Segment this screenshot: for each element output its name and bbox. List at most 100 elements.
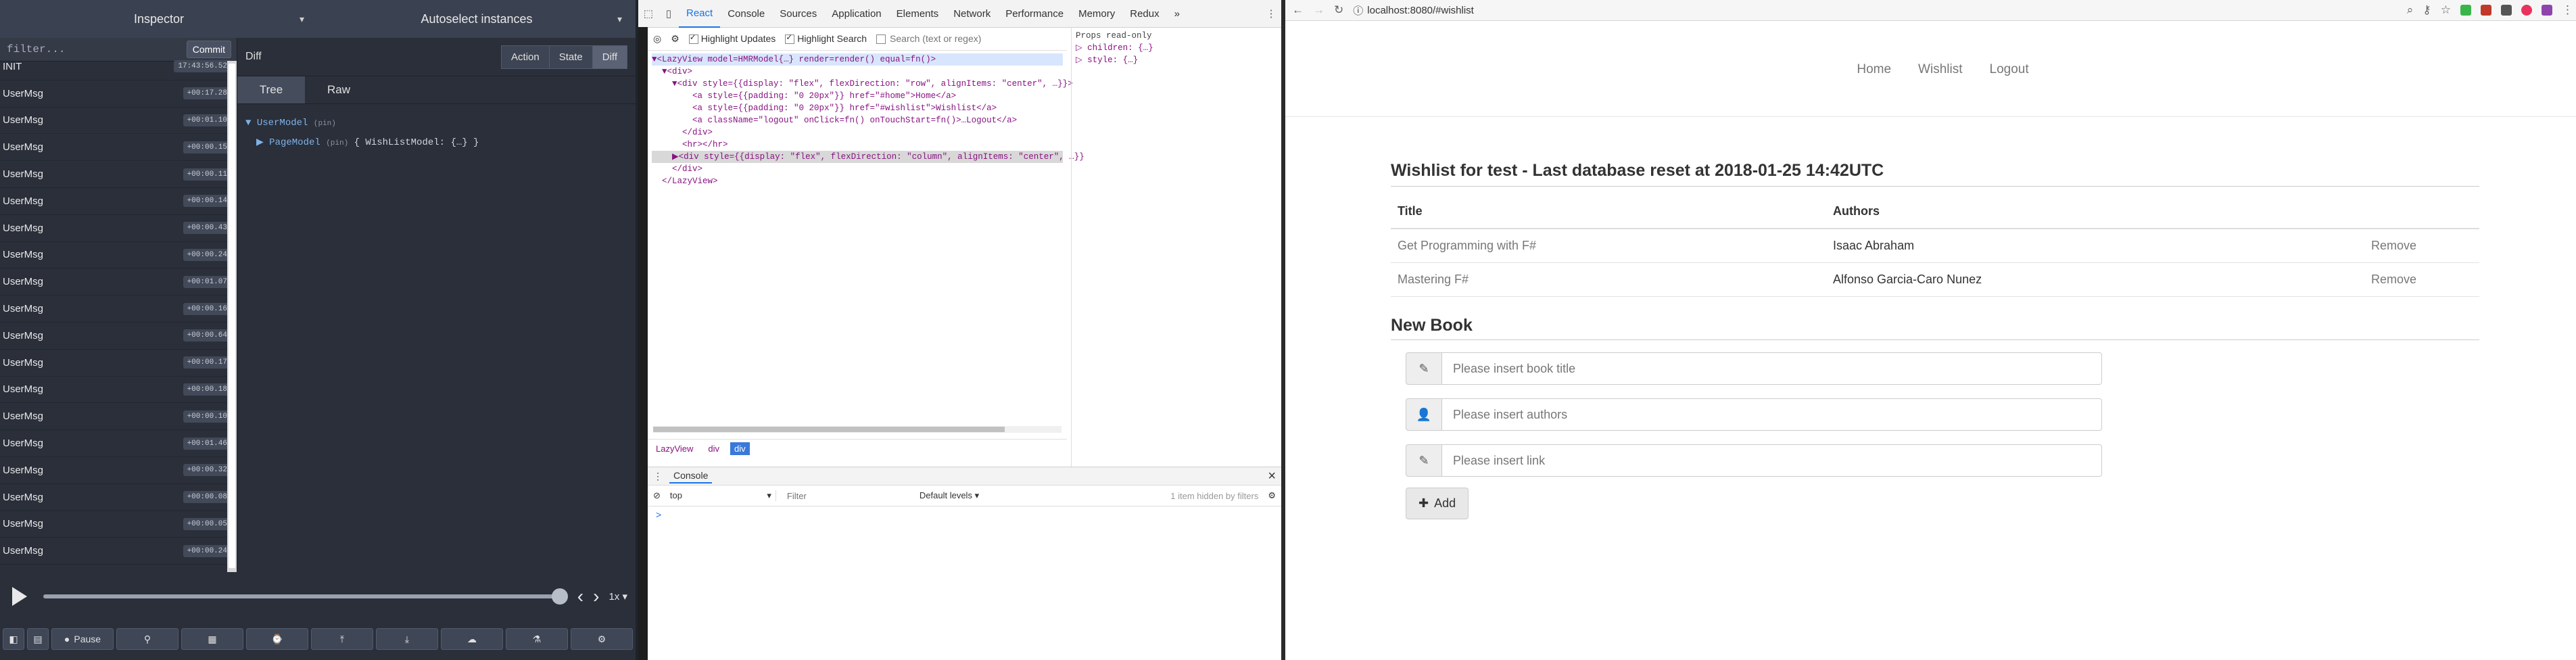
test-icon[interactable]: ⚗	[506, 628, 568, 650]
dispatcher-icon[interactable]: ⌚	[246, 628, 308, 650]
book-authors-input[interactable]	[1442, 398, 2102, 431]
extension-icon[interactable]	[2501, 5, 2512, 16]
book-title-input[interactable]	[1442, 352, 2102, 385]
breadcrumb-item[interactable]: div	[704, 442, 723, 455]
console-settings-icon[interactable]: ⚙	[1268, 490, 1276, 501]
menu-icon[interactable]: ⋮	[2562, 3, 2573, 17]
action-list-item[interactable]: UserMsg +00:00.43	[0, 215, 237, 242]
tree-node-child[interactable]: ▶ PageModel (pin) { WishListModel: {…} }	[245, 133, 627, 153]
action-list-item[interactable]: UserMsg +00:00.17	[0, 350, 237, 377]
timeline-slider[interactable]	[43, 588, 568, 605]
nav-wishlist-link[interactable]: Wishlist	[1918, 62, 1962, 82]
extension-icon[interactable]	[2460, 5, 2471, 16]
component-tree-node[interactable]: </LazyView>	[652, 175, 1063, 187]
nav-logout-link[interactable]: Logout	[1990, 62, 2029, 82]
address-bar[interactable]: ⓘ localhost:8080/#wishlist	[1353, 3, 2398, 18]
tab-state[interactable]: State	[548, 45, 593, 69]
highlight-search-toggle[interactable]: Highlight Search	[785, 32, 867, 45]
action-list-item[interactable]: UserMsg +00:00.05	[0, 511, 237, 538]
pin-label[interactable]: (pin)	[314, 120, 336, 128]
redux-extension-icon[interactable]	[2542, 5, 2552, 16]
action-list-item[interactable]: UserMsg +00:00.11	[0, 161, 237, 188]
action-list-scrollbar[interactable]	[227, 61, 237, 572]
nav-home-link[interactable]: Home	[1857, 62, 1891, 82]
slider-knob[interactable]	[551, 588, 568, 605]
key-icon[interactable]: ⚷	[2423, 3, 2431, 17]
tab-sources[interactable]: Sources	[772, 0, 824, 27]
context-select[interactable]: top ▾	[670, 490, 776, 501]
settings-icon[interactable]: ⚙	[671, 33, 679, 45]
play-icon[interactable]	[12, 587, 27, 606]
tab-console-drawer[interactable]: Console	[669, 469, 713, 484]
component-search-input[interactable]	[888, 32, 1027, 45]
forward-icon[interactable]: →	[1313, 3, 1325, 17]
tab-memory[interactable]: Memory	[1071, 0, 1122, 27]
remove-button[interactable]: Remove	[2364, 262, 2479, 297]
log-levels-select[interactable]: Default levels ▾	[920, 490, 979, 501]
tab-console[interactable]: Console	[720, 0, 772, 27]
action-list-item[interactable]: UserMsg +00:01.07	[0, 268, 237, 296]
persist-icon[interactable]: ▦	[181, 628, 243, 650]
action-list-item[interactable]: UserMsg +00:00.10	[0, 403, 237, 431]
device-toggle-icon[interactable]: ▯	[659, 7, 679, 20]
regex-toggle[interactable]	[876, 32, 1027, 45]
component-tree-node[interactable]: </div>	[652, 163, 1063, 175]
reload-icon[interactable]: ↻	[1334, 3, 1343, 17]
book-link-input[interactable]	[1442, 444, 2102, 477]
action-list-item[interactable]: UserMsg +00:01.46	[0, 430, 237, 457]
tab-tree[interactable]: Tree	[237, 76, 305, 103]
component-tree-node[interactable]: ▼<div>	[652, 66, 1063, 78]
tree-horizontal-scrollbar[interactable]	[653, 426, 1062, 433]
extension-icon[interactable]	[2521, 5, 2532, 16]
action-list-item[interactable]: UserMsg +00:17.28	[0, 80, 237, 108]
instance-select[interactable]: Autoselect instances ▾	[318, 0, 636, 38]
action-list-item[interactable]: UserMsg +00:00.08	[0, 484, 237, 511]
tab-diff[interactable]: Diff	[592, 45, 627, 69]
breadcrumb-item[interactable]: div	[730, 442, 750, 455]
component-tree-node[interactable]: <a style={{padding: "0 20px"}} href="#wi…	[652, 102, 1063, 114]
clear-console-icon[interactable]: ⊘	[653, 490, 661, 501]
pin-label[interactable]: (pin)	[326, 139, 348, 147]
tab-redux[interactable]: Redux	[1122, 0, 1166, 27]
prop-row[interactable]: ▷ style: {…}	[1076, 54, 1277, 66]
download-icon[interactable]: ⤓	[376, 628, 438, 650]
commit-button[interactable]: Commit	[186, 41, 231, 58]
add-book-button[interactable]: ✚ Add	[1406, 488, 1469, 519]
back-icon[interactable]: ←	[1292, 3, 1304, 17]
action-list-item[interactable]: UserMsg +00:00.24	[0, 538, 237, 565]
pause-button[interactable]: ● Pause	[51, 628, 114, 650]
close-icon[interactable]: ×	[1268, 469, 1276, 484]
step-forward-icon[interactable]: ›	[593, 586, 599, 607]
drawer-menu-icon[interactable]: ⋮	[653, 471, 663, 482]
gear-icon[interactable]: ⚙	[571, 628, 633, 650]
remove-button[interactable]: Remove	[2364, 229, 2479, 263]
step-back-icon[interactable]: ‹	[577, 586, 583, 607]
action-list-item[interactable]: UserMsg +00:00.24	[0, 242, 237, 269]
tab-network[interactable]: Network	[946, 0, 998, 27]
speed-select[interactable]: 1x ▾	[609, 590, 627, 603]
component-tree-node[interactable]: ▼<div style={{display: "flex", flexDirec…	[652, 78, 1073, 90]
extension-icon[interactable]	[2481, 5, 2491, 16]
tab-elements[interactable]: Elements	[889, 0, 947, 27]
tree-node-root[interactable]: ▼ UserModel (pin)	[245, 114, 627, 133]
action-list-item[interactable]: UserMsg +00:00.16	[0, 296, 237, 323]
tab-react[interactable]: React	[679, 0, 721, 28]
left-panel-icon[interactable]: ◧	[3, 628, 24, 650]
inspect-icon[interactable]: ⬚	[638, 7, 659, 20]
breadcrumb-item[interactable]: LazyView	[652, 442, 697, 455]
tab-application[interactable]: Application	[824, 0, 888, 27]
prop-row[interactable]: ▷ children: {…}	[1076, 42, 1277, 54]
remote-icon[interactable]: ☁	[441, 628, 503, 650]
action-list-item[interactable]: UserMsg +00:01.10	[0, 108, 237, 135]
action-list-item[interactable]: UserMsg +00:00.14	[0, 188, 237, 215]
more-tabs-button[interactable]: »	[1167, 0, 1187, 27]
lock-icon[interactable]: ⚲	[116, 628, 178, 650]
highlight-updates-toggle[interactable]: Highlight Updates	[688, 32, 776, 45]
action-list-item[interactable]: UserMsg +00:00.18	[0, 377, 237, 404]
component-tree-node[interactable]: ▶<div style={{display: "flex", flexDirec…	[652, 151, 1084, 163]
bookmark-star-icon[interactable]: ☆	[2441, 3, 2451, 17]
action-list-item[interactable]: UserMsg +00:00.64	[0, 323, 237, 350]
component-tree-node[interactable]: <hr></hr>	[652, 139, 1063, 151]
select-element-icon[interactable]: ◎	[653, 33, 661, 45]
inspector-select[interactable]: Inspector ▾	[0, 0, 318, 38]
